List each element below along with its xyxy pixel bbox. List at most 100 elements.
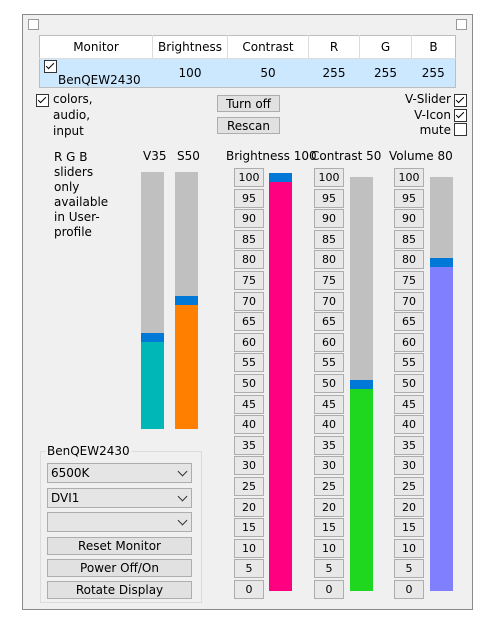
contrast-tick-40[interactable]: 40 bbox=[314, 415, 344, 435]
color-temp-value: 6500K bbox=[51, 466, 90, 480]
volume-tick-75[interactable]: 75 bbox=[394, 271, 424, 290]
mute-checkbox[interactable] bbox=[454, 123, 467, 136]
turn-off-button[interactable]: Turn off bbox=[217, 95, 280, 112]
volume-tick-45[interactable]: 45 bbox=[394, 394, 424, 414]
volume-tick-30[interactable]: 30 bbox=[394, 456, 424, 476]
contrast-label: Contrast 50 bbox=[311, 149, 382, 163]
contrast-tick-85[interactable]: 85 bbox=[314, 229, 344, 249]
col-monitor[interactable]: Monitor bbox=[39, 35, 153, 59]
s50-thumb[interactable] bbox=[175, 296, 198, 305]
main-window: Monitor Brightness Contrast R G B BenQEW… bbox=[22, 14, 473, 610]
v35-slider[interactable] bbox=[141, 172, 164, 429]
contrast-tick-90[interactable]: 90 bbox=[314, 209, 344, 229]
v-icon-checkbox[interactable] bbox=[454, 109, 467, 122]
volume-slider[interactable] bbox=[430, 177, 453, 591]
volume-tick-80[interactable]: 80 bbox=[394, 250, 424, 270]
volume-tick-25[interactable]: 25 bbox=[394, 477, 424, 496]
volume-tick-5[interactable]: 5 bbox=[394, 559, 424, 579]
volume-tick-55[interactable]: 55 bbox=[394, 353, 424, 373]
brightness-slider[interactable] bbox=[269, 173, 292, 591]
volume-tick-10[interactable]: 10 bbox=[394, 538, 424, 558]
brightness-tick-60[interactable]: 60 bbox=[234, 332, 264, 352]
contrast-tick-35[interactable]: 35 bbox=[314, 435, 344, 455]
brightness-tick-0[interactable]: 0 bbox=[234, 580, 264, 599]
contrast-tick-15[interactable]: 15 bbox=[314, 518, 344, 538]
chevron-down-icon bbox=[177, 466, 188, 477]
volume-tick-50[interactable]: 50 bbox=[394, 374, 424, 393]
reset-monitor-button[interactable]: Reset Monitor bbox=[47, 537, 192, 555]
col-r[interactable]: R bbox=[308, 35, 360, 59]
contrast-tick-55[interactable]: 55 bbox=[314, 353, 344, 373]
brightness-tick-50[interactable]: 50 bbox=[234, 374, 264, 393]
brightness-thumb[interactable] bbox=[269, 173, 292, 182]
contrast-tick-5[interactable]: 5 bbox=[314, 559, 344, 579]
brightness-tick-90[interactable]: 90 bbox=[234, 209, 264, 229]
brightness-tick-95[interactable]: 95 bbox=[234, 188, 264, 208]
contrast-tick-80[interactable]: 80 bbox=[314, 250, 344, 270]
cell-r: 255 bbox=[308, 58, 360, 88]
brightness-tick-75[interactable]: 75 bbox=[234, 271, 264, 290]
brightness-tick-80[interactable]: 80 bbox=[234, 250, 264, 270]
contrast-slider[interactable] bbox=[350, 177, 373, 591]
volume-tick-15[interactable]: 15 bbox=[394, 518, 424, 538]
s50-slider[interactable] bbox=[175, 172, 198, 429]
brightness-tick-15[interactable]: 15 bbox=[234, 518, 264, 538]
brightness-tick-85[interactable]: 85 bbox=[234, 229, 264, 249]
volume-tick-70[interactable]: 70 bbox=[394, 291, 424, 311]
contrast-tick-45[interactable]: 45 bbox=[314, 394, 344, 414]
contrast-tick-65[interactable]: 65 bbox=[314, 312, 344, 332]
contrast-tick-10[interactable]: 10 bbox=[314, 538, 344, 558]
volume-tick-85[interactable]: 85 bbox=[394, 229, 424, 249]
color-temp-select[interactable]: 6500K bbox=[47, 463, 192, 483]
contrast-tick-20[interactable]: 20 bbox=[314, 497, 344, 517]
contrast-tick-0[interactable]: 0 bbox=[314, 580, 344, 599]
volume-thumb[interactable] bbox=[430, 258, 453, 267]
contrast-tick-75[interactable]: 75 bbox=[314, 271, 344, 290]
brightness-tick-25[interactable]: 25 bbox=[234, 477, 264, 496]
brightness-tick-30[interactable]: 30 bbox=[234, 456, 264, 476]
brightness-tick-35[interactable]: 35 bbox=[234, 435, 264, 455]
brightness-tick-70[interactable]: 70 bbox=[234, 291, 264, 311]
brightness-tick-65[interactable]: 65 bbox=[234, 312, 264, 332]
brightness-tick-55[interactable]: 55 bbox=[234, 353, 264, 373]
rescan-button[interactable]: Rescan bbox=[217, 117, 280, 134]
input-select[interactable]: DVI1 bbox=[47, 488, 192, 508]
col-b[interactable]: B bbox=[411, 35, 456, 59]
contrast-tick-30[interactable]: 30 bbox=[314, 456, 344, 476]
table-row[interactable]: BenQEW2430 100 50 255 255 255 bbox=[39, 58, 456, 88]
volume-tick-0[interactable]: 0 bbox=[394, 580, 424, 599]
contrast-tick-70[interactable]: 70 bbox=[314, 291, 344, 311]
volume-tick-90[interactable]: 90 bbox=[394, 209, 424, 229]
brightness-tick-10[interactable]: 10 bbox=[234, 538, 264, 558]
colors-audio-input-checkbox[interactable] bbox=[36, 94, 49, 107]
power-off-on-button[interactable]: Power Off/On bbox=[47, 559, 192, 577]
contrast-tick-95[interactable]: 95 bbox=[314, 188, 344, 208]
volume-tick-20[interactable]: 20 bbox=[394, 497, 424, 517]
volume-tick-40[interactable]: 40 bbox=[394, 415, 424, 435]
brightness-tick-100[interactable]: 100 bbox=[234, 168, 264, 187]
contrast-tick-100[interactable]: 100 bbox=[314, 168, 344, 187]
col-g[interactable]: G bbox=[359, 35, 412, 59]
window-close-box[interactable] bbox=[456, 19, 467, 30]
volume-tick-60[interactable]: 60 bbox=[394, 332, 424, 352]
volume-tick-100[interactable]: 100 bbox=[394, 168, 424, 187]
v-slider-checkbox[interactable] bbox=[454, 94, 467, 107]
col-brightness[interactable]: Brightness bbox=[152, 35, 228, 59]
window-system-box[interactable] bbox=[28, 19, 39, 30]
col-contrast[interactable]: Contrast bbox=[227, 35, 309, 59]
contrast-tick-60[interactable]: 60 bbox=[314, 332, 344, 352]
brightness-tick-20[interactable]: 20 bbox=[234, 497, 264, 517]
contrast-thumb[interactable] bbox=[350, 380, 373, 389]
brightness-tick-40[interactable]: 40 bbox=[234, 415, 264, 435]
volume-tick-65[interactable]: 65 bbox=[394, 312, 424, 332]
volume-tick-35[interactable]: 35 bbox=[394, 435, 424, 455]
volume-tick-95[interactable]: 95 bbox=[394, 188, 424, 208]
v35-thumb[interactable] bbox=[141, 333, 164, 342]
monitor-row-checkbox[interactable] bbox=[44, 60, 57, 73]
rotate-display-button[interactable]: Rotate Display bbox=[47, 581, 192, 599]
extra-select[interactable] bbox=[47, 512, 192, 532]
brightness-tick-45[interactable]: 45 bbox=[234, 394, 264, 414]
contrast-tick-50[interactable]: 50 bbox=[314, 374, 344, 393]
brightness-tick-5[interactable]: 5 bbox=[234, 559, 264, 579]
contrast-tick-25[interactable]: 25 bbox=[314, 477, 344, 496]
